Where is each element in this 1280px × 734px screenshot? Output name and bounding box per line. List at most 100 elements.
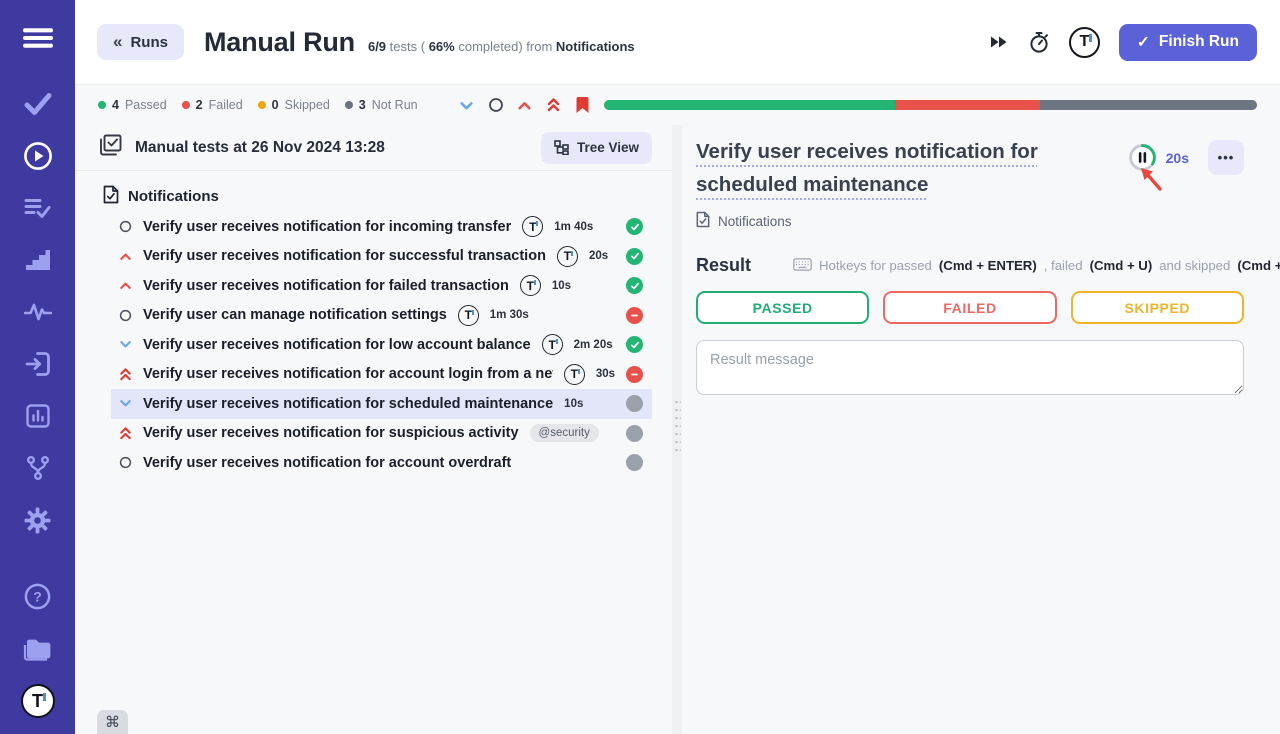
filter-double-chevron-up-icon[interactable] (545, 96, 563, 114)
test-title: Verify user receives notification for fa… (143, 278, 509, 294)
completed-pct: 66% (429, 39, 455, 54)
circle-icon[interactable] (118, 456, 132, 469)
hotkey-failed: (Cmd + U) (1090, 258, 1153, 273)
splitter-grip-icon (674, 398, 681, 452)
list-check-icon[interactable] (23, 194, 53, 222)
test-row[interactable]: Verify user receives notification for ac… (111, 448, 652, 478)
test-title: Verify user receives notification for ac… (143, 366, 553, 382)
test-duration: 10s (564, 398, 583, 410)
test-row[interactable]: Verify user can manage notification sett… (111, 301, 652, 331)
list-header: Manual tests at 26 Nov 2024 13:28 Tree V… (75, 125, 672, 171)
test-row[interactable]: Verify user receives notification for su… (111, 242, 652, 272)
result-message-input[interactable] (696, 340, 1244, 395)
back-label: Runs (130, 34, 168, 51)
hotkey-skipped: (Cmd + I) (1237, 258, 1280, 273)
circle-icon[interactable] (118, 309, 132, 322)
skipped-button[interactable]: SKIPPED (1071, 291, 1244, 324)
test-row[interactable]: Verify user receives notification for su… (111, 419, 652, 449)
document-check-icon (103, 185, 119, 208)
test-duration: 20s (589, 250, 608, 262)
testomat-logo[interactable]: T (21, 684, 55, 718)
fast-forward-icon[interactable] (989, 34, 1009, 50)
passed-button[interactable]: PASSED (696, 291, 869, 324)
testomat-icon: T (458, 305, 479, 326)
test-title: Verify user can manage notification sett… (143, 307, 447, 323)
more-actions-button[interactable]: ••• (1208, 140, 1244, 175)
chevron-down-icon[interactable] (118, 338, 132, 351)
test-row[interactable]: Verify user receives notification for lo… (111, 330, 652, 360)
testomat-badge-icon[interactable]: T (1069, 27, 1100, 58)
legend-failed: 2Failed (182, 98, 243, 112)
breadcrumb[interactable]: Notifications (696, 211, 1244, 231)
legend-not-run: 3Not Run (345, 98, 418, 112)
bar-chart-icon[interactable] (23, 402, 53, 430)
test-detail-title[interactable]: Verify user receives notification for sc… (696, 135, 1088, 201)
status-passed-icon (626, 248, 643, 265)
chevron-down-icon[interactable] (118, 397, 132, 410)
run-progress-bar (604, 100, 1257, 110)
run-checklist-icon (99, 134, 122, 161)
play-circle-icon[interactable] (23, 142, 53, 170)
test-row[interactable]: Verify user receives notification for fa… (111, 271, 652, 301)
main-area: « Runs Manual Run 6/9 tests ( 66% comple… (75, 0, 1280, 734)
status-dot-icon (345, 101, 353, 109)
import-icon[interactable] (23, 350, 53, 378)
sidebar: ? T (0, 0, 75, 734)
timer-icon[interactable] (1028, 31, 1050, 54)
status-not-run-icon (626, 395, 643, 412)
topbar: « Runs Manual Run 6/9 tests ( 66% comple… (75, 0, 1280, 85)
finish-run-button[interactable]: ✓ Finish Run (1119, 24, 1257, 61)
help-icon[interactable]: ? (23, 582, 53, 610)
test-row[interactable]: Verify user receives notification for in… (111, 212, 652, 242)
tests-count: 6/9 (368, 39, 386, 54)
app-window: ? T « Runs Manual Run 6/9 tests ( 66% co… (0, 0, 1280, 734)
command-key-button[interactable]: ⌘ (97, 710, 128, 734)
testomat-icon: T (557, 246, 578, 267)
folder-icon[interactable] (23, 634, 53, 662)
filter-circle-icon[interactable] (487, 96, 505, 114)
filter-chevron-up-icon[interactable] (516, 96, 534, 114)
status-failed-icon (626, 307, 643, 324)
back-icon: « (113, 32, 122, 52)
test-title: Verify user receives notification for lo… (143, 337, 531, 353)
test-title: Verify user receives notification for sc… (143, 396, 553, 412)
testomat-icon: T (542, 334, 563, 355)
document-check-icon (696, 211, 710, 231)
double-chevron-up-icon[interactable] (118, 426, 132, 441)
branch-icon[interactable] (23, 454, 53, 482)
gear-icon[interactable] (23, 506, 53, 534)
double-chevron-up-icon[interactable] (118, 367, 132, 382)
pause-timer-button[interactable] (1128, 143, 1157, 172)
chevron-up-icon[interactable] (118, 279, 132, 292)
elapsed-time: 20s (1166, 150, 1189, 166)
run-name: Manual tests at 26 Nov 2024 13:28 (135, 139, 385, 157)
test-duration: 10s (552, 280, 571, 292)
test-list-panel: Manual tests at 26 Nov 2024 13:28 Tree V… (75, 125, 672, 734)
test-row[interactable]: Verify user receives notification for sc… (111, 389, 652, 419)
failed-button[interactable]: FAILED (883, 291, 1056, 324)
check-icon[interactable] (23, 90, 53, 118)
filter-bookmark-icon[interactable] (574, 96, 592, 114)
content: Manual tests at 26 Nov 2024 13:28 Tree V… (75, 125, 1280, 734)
test-duration: 2m 20s (574, 339, 613, 351)
back-to-runs-button[interactable]: « Runs (97, 24, 184, 60)
test-detail-panel: Verify user receives notification for sc… (682, 125, 1280, 734)
legend-skipped: 0Skipped (258, 98, 330, 112)
status-dot-icon (182, 101, 190, 109)
testomat-icon: T (564, 364, 585, 385)
tree-view-button[interactable]: Tree View (541, 132, 652, 164)
test-title: Verify user receives notification for in… (143, 219, 511, 235)
test-duration: 1m 30s (490, 309, 529, 321)
panel-splitter[interactable] (672, 125, 682, 734)
status-not-run-icon (626, 425, 643, 442)
filter-chevron-down-icon[interactable] (458, 96, 476, 114)
result-buttons: PASSED FAILED SKIPPED (696, 291, 1244, 324)
test-row[interactable]: Verify user receives notification for ac… (111, 360, 652, 390)
steps-icon[interactable] (23, 246, 53, 274)
menu-icon[interactable] (23, 24, 53, 52)
status-passed-icon (626, 336, 643, 353)
pulse-icon[interactable] (23, 298, 53, 326)
chevron-up-icon[interactable] (118, 250, 132, 263)
circle-icon[interactable] (118, 220, 132, 233)
suite-folder[interactable]: Notifications (103, 185, 672, 208)
